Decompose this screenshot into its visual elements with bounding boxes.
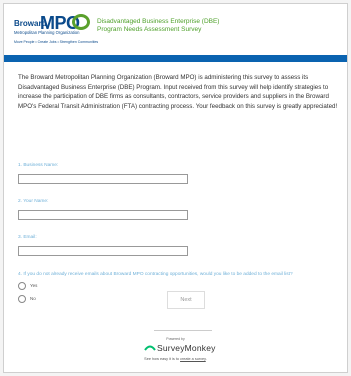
- business-name-label: 1. Business Name:: [18, 163, 59, 168]
- intro-text: The Broward Metropolitan Planning Organi…: [18, 74, 338, 110]
- radio-no[interactable]: [18, 295, 26, 303]
- email-list-question: 4. If you do not already receive emails …: [18, 272, 293, 277]
- survey-title: Disadvantaged Business Enterprise (DBE) …: [97, 18, 219, 34]
- broward-mpo-logo: Broward Metropolitan Planning Organizati…: [14, 14, 98, 48]
- title-line-2: Program Needs Assessment Survey: [97, 26, 202, 33]
- surveymonkey-brand: SurveyMonkey: [157, 343, 216, 353]
- survey-page: Broward Metropolitan Planning Organizati…: [3, 3, 348, 373]
- email-label: 3. Email:: [18, 235, 37, 240]
- radio-yes[interactable]: [18, 282, 26, 290]
- email-input[interactable]: [18, 246, 188, 256]
- logo-tagline: Move People • Create Jobs • Strengthen C…: [14, 40, 99, 44]
- radio-yes-label: Yes: [30, 283, 38, 288]
- title-line-1: Disadvantaged Business Enterprise (DBE): [97, 18, 220, 25]
- your-name-input[interactable]: [18, 210, 188, 220]
- next-button[interactable]: Next: [167, 291, 205, 309]
- powered-by-label: Powered by: [166, 337, 185, 341]
- your-name-label: 2. Your Name:: [18, 199, 49, 204]
- footer-divider: [154, 330, 212, 331]
- survey-header: Broward Metropolitan Planning Organizati…: [4, 4, 347, 56]
- create-survey-link[interactable]: create a survey: [180, 357, 206, 361]
- tagline-prefix: See how easy it is to: [144, 357, 179, 361]
- surveymonkey-icon: [144, 345, 156, 351]
- radio-no-label: No: [30, 296, 36, 301]
- logo-ring-icon: [72, 14, 90, 30]
- tagline-suffix: .: [205, 357, 207, 361]
- surveymonkey-tagline: See how easy it is to create a survey.: [4, 357, 347, 361]
- business-name-input[interactable]: [18, 174, 188, 184]
- header-bar: [4, 55, 347, 62]
